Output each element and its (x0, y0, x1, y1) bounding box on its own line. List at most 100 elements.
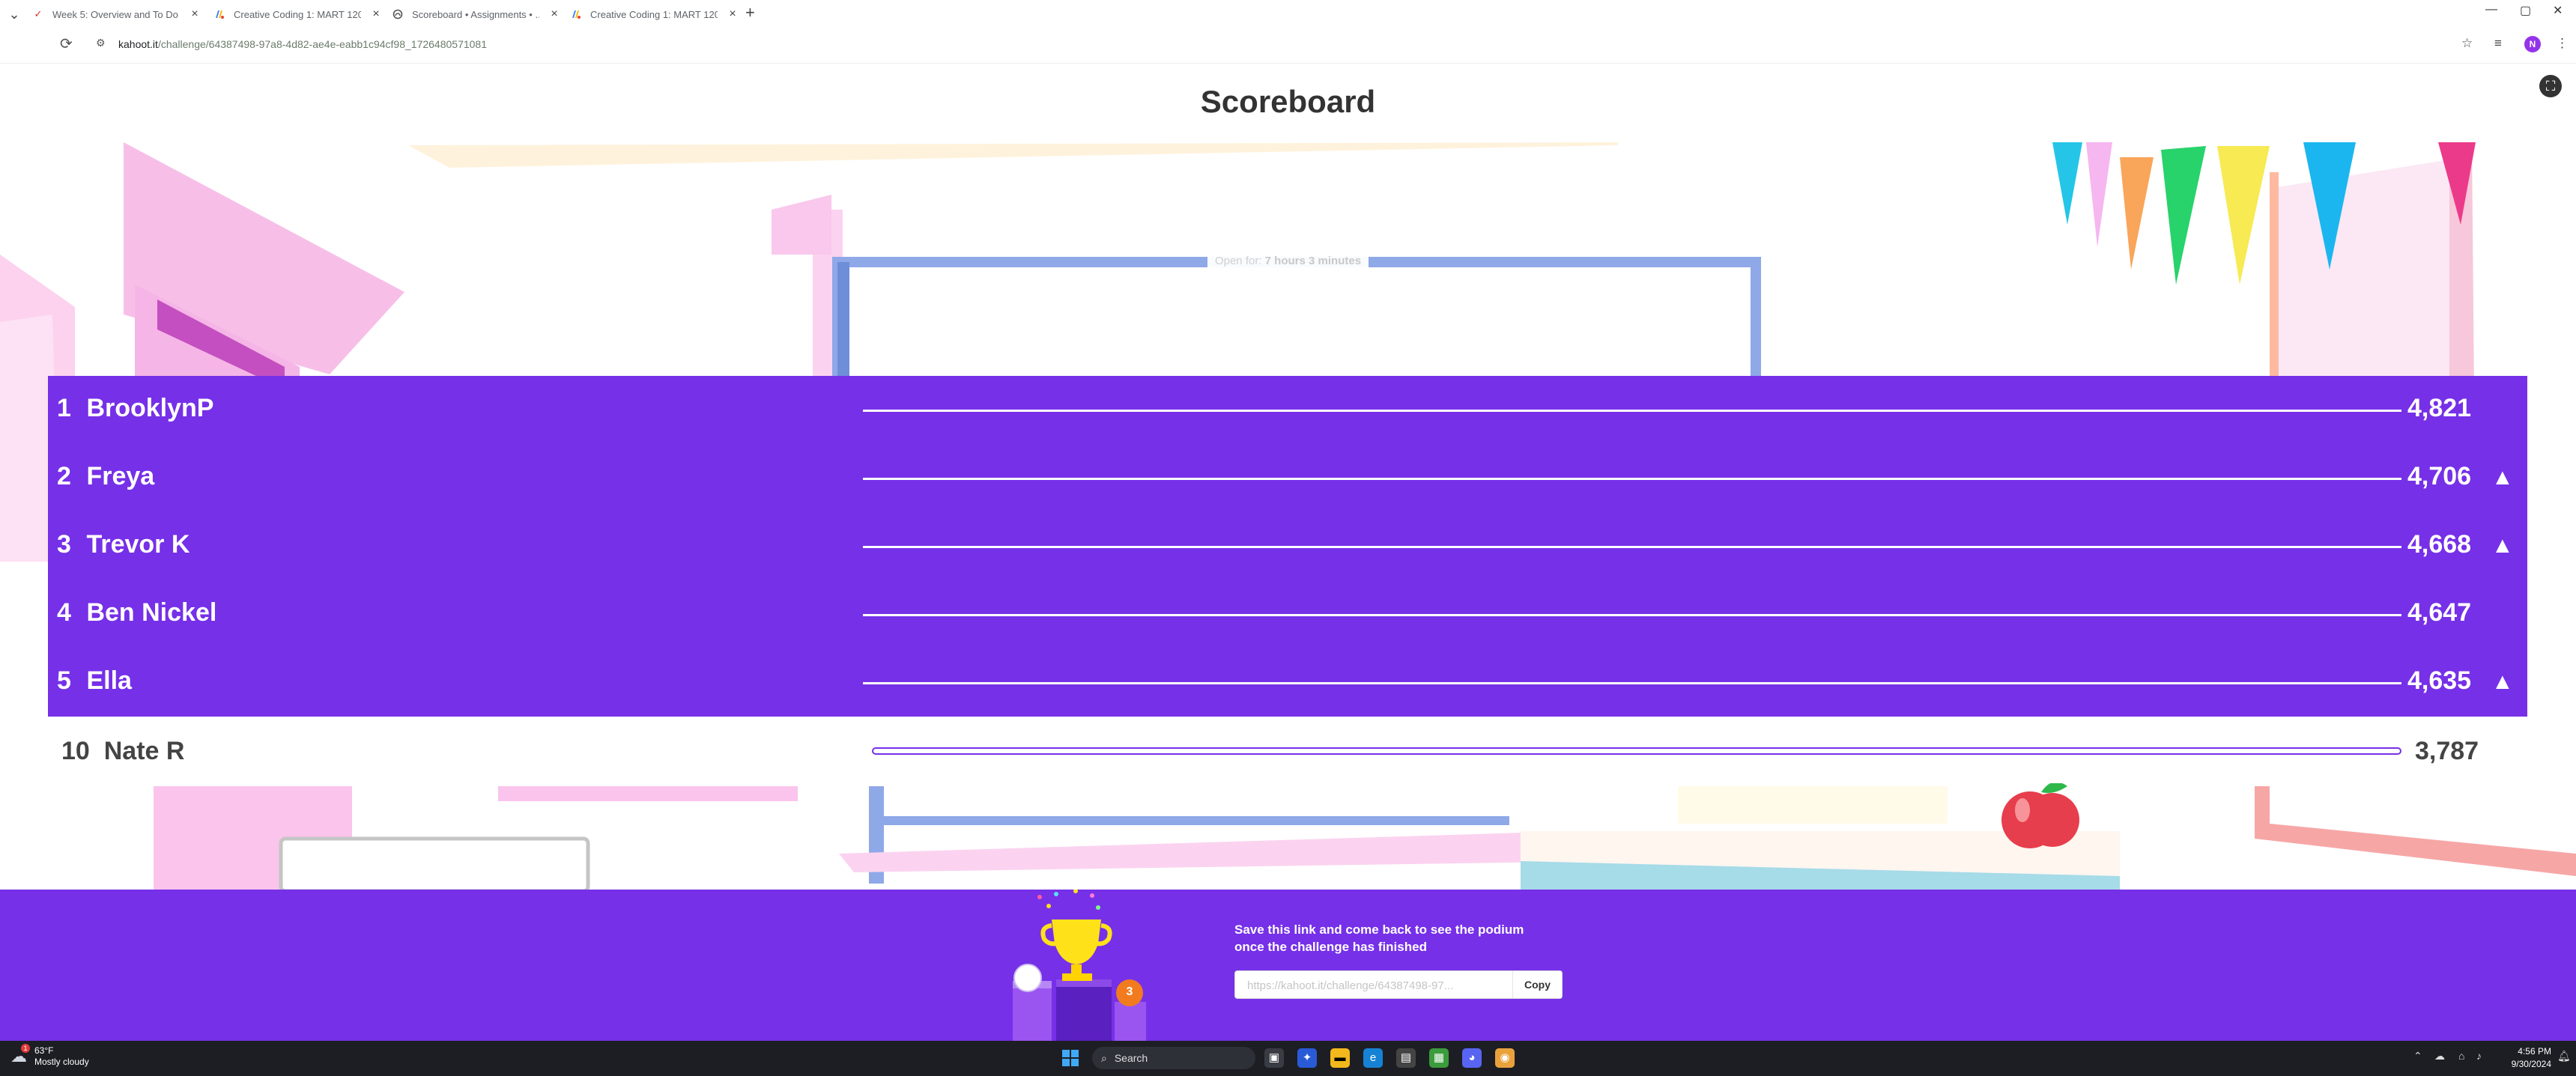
windows-taskbar: ☁ 1 63°F Mostly cloudy ⌕ Search ▣ ✦ ▬ e ▤… (0, 1041, 2576, 1076)
edge-browser-icon[interactable]: e (1363, 1048, 1383, 1068)
more-menu-icon[interactable]: ⋮ (2556, 36, 2569, 51)
save-link-line2: once the challenge has finished (1234, 940, 1427, 954)
player-entry: 10 Nate R (61, 737, 184, 766)
player-score: 4,821 (2407, 394, 2472, 422)
player-rank: 3 (57, 530, 71, 559)
tab-search-chevron-icon[interactable]: ⌄ (4, 4, 24, 24)
leaderboard-row: 1 BrooklynP 4,821 (48, 376, 2527, 444)
player-name: Trevor K (86, 530, 190, 559)
volume-icon[interactable]: ♪ (2476, 1050, 2482, 1062)
maximize-icon[interactable]: ▢ (2520, 3, 2531, 18)
leaderboard-row: 5 Ella 4,635 ▲ (48, 648, 2527, 717)
tray-chevron-icon[interactable]: ⌃ (2413, 1050, 2422, 1063)
store-icon[interactable]: ▤ (1396, 1048, 1416, 1068)
clock-date: 9/30/2024 (2511, 1059, 2551, 1069)
fullscreen-icon[interactable]: ⛶ (2539, 75, 2562, 97)
discord-icon[interactable]: ◕ (1462, 1048, 1482, 1068)
open-duration: 7 hours 3 minutes (1264, 255, 1362, 267)
tab-week5[interactable]: ✓ Week 5: Overview and To Do ... × (33, 3, 202, 25)
check-favicon-icon: ✓ (34, 8, 43, 19)
close-icon[interactable]: × (725, 7, 740, 21)
reload-icon[interactable]: ⟳ (60, 34, 73, 53)
notification-bell-icon[interactable]: 🔔︎ (2557, 1050, 2571, 1063)
player-name: Ella (86, 666, 132, 695)
close-icon[interactable]: × (369, 7, 384, 21)
task-view-icon[interactable]: ▣ (1264, 1048, 1284, 1068)
search-label: Search (1114, 1052, 1148, 1064)
onedrive-icon[interactable]: ☁ (2434, 1050, 2445, 1063)
player-rank: 4 (57, 598, 71, 627)
weather-desc: Mostly cloudy (34, 1057, 89, 1067)
player-name: BrooklynP (86, 394, 214, 422)
address-bar: ⟳ ⚙ kahoot.it/challenge/64387498-97a8-4d… (0, 27, 2576, 64)
player-score: 3,787 (2415, 737, 2479, 765)
copilot-icon[interactable]: ✦ (1297, 1048, 1317, 1068)
tab-title: Week 5: Overview and To Do ... (52, 8, 180, 20)
url-field[interactable]: kahoot.it/challenge/64387498-97a8-4d82-a… (118, 38, 487, 50)
player-entry: 2 Freya (57, 462, 154, 491)
windows-start-icon[interactable] (1062, 1050, 1079, 1066)
rank-up-arrow-icon: ▲ (2491, 465, 2514, 490)
close-icon[interactable]: × (547, 7, 562, 21)
url-path: /challenge/64387498-97a8-4d82-ae4e-eabb1… (157, 38, 487, 50)
taskbar-clock[interactable]: 4:56 PM 9/30/2024 (2505, 1045, 2551, 1071)
window-close-icon[interactable]: ✕ (2553, 3, 2563, 18)
open-prefix: Open for: (1214, 255, 1262, 267)
tab-creative-coding-2[interactable]: Creative Coding 1: MART 120 × (571, 3, 740, 25)
tab-title: Scoreboard • Assignments • ... (412, 8, 539, 20)
rank-up-arrow-icon: ▲ (2491, 669, 2514, 694)
url-host: kahoot.it (118, 38, 158, 50)
weather-temp: 63°F (34, 1045, 54, 1056)
weather-badge: 1 (21, 1044, 30, 1053)
site-info-icon[interactable]: ⚙ (96, 37, 106, 49)
profile-avatar[interactable]: N (2524, 36, 2541, 52)
leaderboard-row: 3 Trevor K 4,668 ▲ (48, 512, 2527, 580)
google-favicon-icon (214, 9, 225, 19)
score-divider-line (863, 410, 2401, 412)
score-divider-line (863, 478, 2401, 480)
player-name: Freya (86, 462, 155, 490)
player-entry: 1 BrooklynP (57, 394, 214, 423)
player-rank: 1 (57, 394, 71, 422)
weather-widget[interactable]: ☁ 1 63°F Mostly cloudy (10, 1044, 89, 1068)
media-controls-icon[interactable]: ≡ (2494, 36, 2502, 51)
save-link-message: Save this link and come back to see the … (1234, 921, 1579, 955)
bookmark-star-icon[interactable]: ☆ (2461, 36, 2473, 51)
rank-up-arrow-icon: ▲ (2491, 533, 2514, 558)
score-divider-line (863, 614, 2401, 616)
leaderboard-row: 4 Ben Nickel 4,647 (48, 580, 2527, 648)
copy-link-button[interactable]: Copy (1512, 971, 1562, 998)
tab-creative-coding[interactable]: Creative Coding 1: MART 120 × (214, 3, 384, 25)
leaderboard-row: 2 Freya 4,706 ▲ (48, 444, 2527, 512)
player-name: Ben Nickel (86, 598, 217, 627)
tab-scoreboard-active[interactable]: Scoreboard • Assignments • ... × (393, 3, 562, 25)
trophy-podium-illustration (1013, 890, 1146, 1041)
open-duration-label: Open for: 7 hours 3 minutes (1207, 253, 1369, 270)
podium-banner: 3 Save this link and come back to see th… (0, 890, 2576, 1041)
file-explorer-icon[interactable]: ▬ (1330, 1048, 1350, 1068)
player-rank: 10 (61, 737, 90, 765)
challenge-link-box: Copy (1234, 970, 1563, 1000)
minecraft-icon[interactable]: ▦ (1429, 1048, 1449, 1068)
chrome-icon[interactable]: ◉ (1495, 1048, 1515, 1068)
player-name: Nate R (103, 737, 185, 765)
taskbar-search[interactable]: ⌕ Search (1092, 1047, 1255, 1069)
leaderboard: 1 BrooklynP 4,821 2 Freya 4,706 ▲ 3 Trev… (48, 376, 2527, 717)
network-icon[interactable]: ⌂ (2458, 1050, 2464, 1062)
cloud-icon: ☁ 1 (10, 1044, 30, 1066)
current-player-row: 10 Nate R 3,787 (48, 720, 2527, 783)
tab-strip: ⌄ ✓ Week 5: Overview and To Do ... × Cre… (0, 0, 2576, 27)
kahoot-favicon-icon (393, 9, 403, 19)
minimize-icon[interactable]: — (2485, 3, 2497, 16)
close-icon[interactable]: × (187, 7, 202, 21)
player-entry: 3 Trevor K (57, 530, 190, 559)
page-title: Scoreboard (1200, 84, 1376, 119)
new-tab-plus-icon[interactable]: + (745, 3, 755, 22)
player-entry: 5 Ella (57, 666, 132, 696)
challenge-link-input[interactable] (1246, 971, 1503, 1000)
score-divider-line (863, 546, 2401, 548)
player-score: 4,706 (2407, 462, 2472, 490)
player-rank: 2 (57, 462, 71, 490)
search-icon: ⌕ (1101, 1051, 1107, 1064)
player-entry: 4 Ben Nickel (57, 598, 216, 627)
